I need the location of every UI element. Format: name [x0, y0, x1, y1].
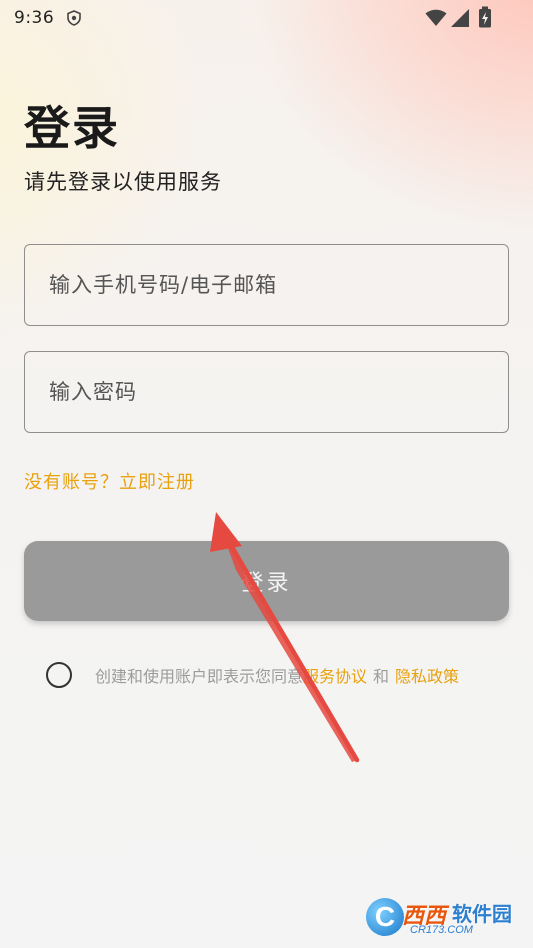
agreement-text: 创建和使用账户即表示您同意服务协议和隐私政策 [95, 663, 459, 687]
phone-email-input[interactable] [25, 245, 508, 325]
status-time: 9:36 [14, 8, 55, 28]
login-button[interactable]: 登录 [24, 541, 509, 621]
watermark-name2: 软件园 [452, 902, 512, 926]
watermark-url: CR173.COM [410, 924, 473, 936]
register-link[interactable]: 没有账号？立即注册 [24, 468, 195, 494]
privacy-link[interactable]: 隐私政策 [395, 667, 459, 686]
page-title: 登录 [24, 101, 120, 155]
phone-email-field[interactable] [24, 244, 509, 326]
agreement-and: 和 [373, 667, 390, 686]
agreement-prefix: 创建和使用账户即表示您同意 [95, 667, 304, 686]
wifi-icon [425, 9, 447, 26]
shield-icon [67, 10, 81, 26]
battery-charging-icon [479, 6, 491, 28]
signal-icon [451, 9, 469, 27]
password-input[interactable] [25, 352, 508, 432]
status-bar: 9:36 [0, 0, 533, 36]
page-subtitle: 请先登录以使用服务 [24, 170, 222, 194]
agreement-radio[interactable] [46, 662, 72, 688]
terms-link[interactable]: 服务协议 [303, 667, 367, 686]
site-watermark: C 西西 软件园 CR173.COM [366, 894, 516, 940]
password-field[interactable] [24, 351, 509, 433]
watermark-logo: C [366, 898, 404, 936]
